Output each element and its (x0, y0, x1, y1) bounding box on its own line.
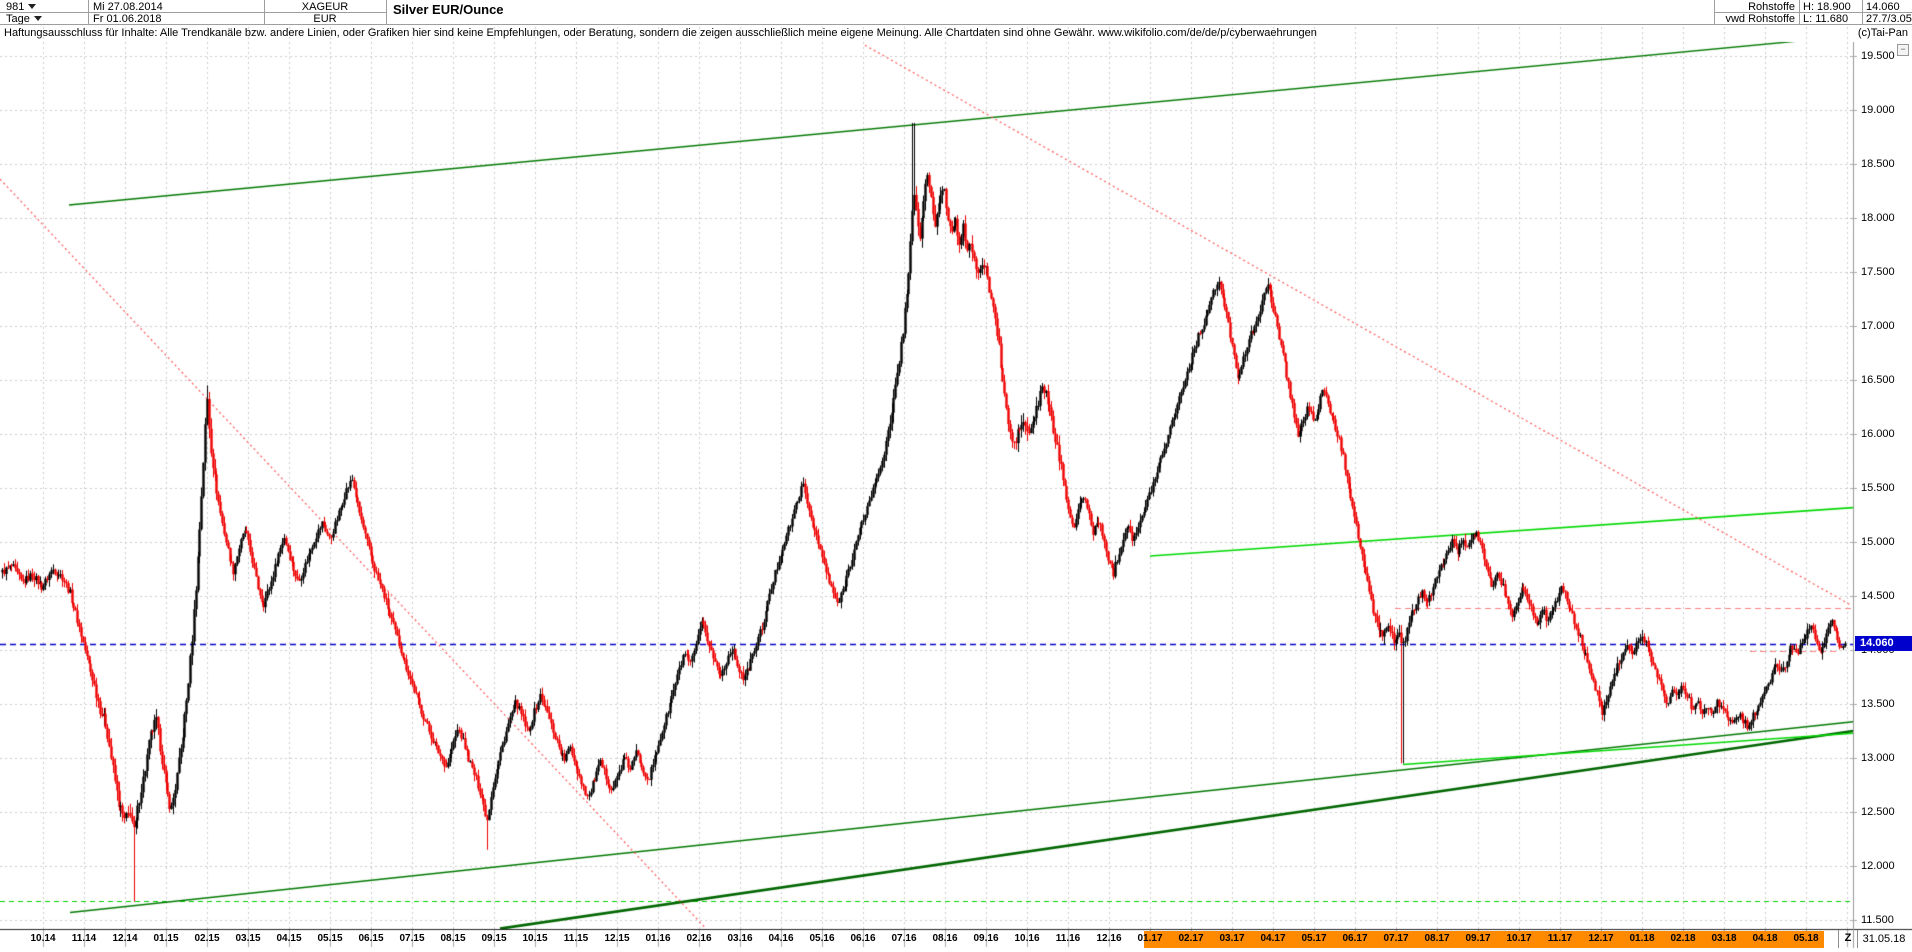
x-axis-label: 06.16 (850, 933, 876, 944)
x-axis-label: 05.18 (1793, 933, 1819, 944)
x-axis-label: 12.15 (604, 933, 630, 944)
y-axis-label: 16.500 (1861, 374, 1895, 386)
x-axis-label: 03.15 (235, 933, 261, 944)
x-axis-label: 04.15 (276, 933, 302, 944)
x-axis-label: 01.15 (153, 933, 179, 944)
x-axis-label: 04.16 (768, 933, 794, 944)
x-axis-label: 04.18 (1752, 933, 1778, 944)
x-axis-label: 11.15 (563, 933, 589, 944)
page-title: Silver EUR/Ounce (393, 2, 504, 17)
x-axis-label: 12.16 (1096, 933, 1122, 944)
x-axis-label: 10.14 (30, 933, 56, 944)
x-axis-label: 05.17 (1301, 933, 1327, 944)
price-chart-canvas[interactable] (0, 0, 1912, 952)
x-axis-label: 10.17 (1506, 933, 1532, 944)
x-axis-label: 01.18 (1629, 933, 1655, 944)
y-axis-label: 11.500 (1861, 914, 1894, 926)
x-axis-label: 05.16 (809, 933, 835, 944)
x-axis-label: 11.14 (71, 933, 97, 944)
y-axis-label: 16.000 (1861, 428, 1895, 440)
x-axis-label: 02.18 (1670, 933, 1696, 944)
copyright-watermark: (c)Tai-Pan (1857, 27, 1908, 39)
x-axis-label: 07.16 (891, 933, 917, 944)
x-axis-label: 12.14 (112, 933, 138, 944)
x-axis-label: 03.16 (727, 933, 753, 944)
dropdown-arrow-icon (28, 4, 37, 9)
x-axis-label: 06.17 (1342, 933, 1368, 944)
chart-window: 981 Tage Mi 27.08.2014 Fr 01.06.2018 XAG… (0, 0, 1912, 952)
y-axis-label: 15.500 (1861, 482, 1895, 494)
divider (1714, 12, 1912, 13)
divider (386, 0, 387, 24)
divider (0, 24, 1912, 25)
x-axis-label: 09.16 (973, 933, 999, 944)
x-axis-label: 03.17 (1219, 933, 1245, 944)
x-axis-label: 08.16 (932, 933, 958, 944)
end-date-label: 31.05.18 (1862, 933, 1906, 945)
y-axis-label: 12.500 (1861, 806, 1895, 818)
y-axis-label: 18.500 (1861, 158, 1895, 170)
x-axis-label: 06.15 (358, 933, 384, 944)
x-axis-label: 05.15 (317, 933, 343, 944)
y-axis-label: 19.500 (1861, 50, 1895, 62)
x-axis-label: 08.17 (1424, 933, 1450, 944)
y-axis-label: 17.000 (1861, 320, 1895, 332)
x-axis-label: 01.16 (645, 933, 671, 944)
collapse-panel-button[interactable]: − (1897, 44, 1909, 56)
y-axis-label: 17.500 (1861, 266, 1895, 278)
x-axis-label: 12.17 (1588, 933, 1614, 944)
x-axis-label: 03.18 (1711, 933, 1737, 944)
y-axis-label: 13.500 (1861, 698, 1895, 710)
y-axis-label: 18.000 (1861, 212, 1895, 224)
x-axis-label: 02.15 (194, 933, 220, 944)
x-axis-label: 09.17 (1465, 933, 1491, 944)
divider (0, 12, 386, 13)
x-axis-label: 10.15 (522, 933, 548, 944)
x-axis-label: 11.16 (1055, 933, 1081, 944)
zoom-mode-cell[interactable]: Z (1838, 930, 1858, 948)
x-axis-label: 10.16 (1014, 933, 1040, 944)
x-axis-label: 08.15 (440, 933, 466, 944)
x-axis-label: 07.17 (1383, 933, 1409, 944)
x-axis-label: 09.15 (481, 933, 507, 944)
last-price-badge: 14.060 (1855, 636, 1912, 651)
x-axis-label: 07.15 (399, 933, 425, 944)
y-axis-label: 19.000 (1861, 104, 1895, 116)
dropdown-arrow-icon (33, 16, 42, 21)
y-axis-label: 14.500 (1861, 590, 1895, 602)
y-axis-label: 15.000 (1861, 536, 1895, 548)
x-axis-label: 11.17 (1547, 933, 1573, 944)
x-axis-label: 02.16 (686, 933, 712, 944)
y-axis-label: 13.000 (1861, 752, 1895, 764)
x-axis-label: 01.17 (1137, 933, 1163, 944)
x-axis-label: 02.17 (1178, 933, 1204, 944)
disclaimer-text: Haftungsausschluss für Inhalte: Alle Tre… (4, 27, 1317, 39)
y-axis-label: 12.000 (1861, 860, 1895, 872)
x-axis-label: 04.17 (1260, 933, 1286, 944)
